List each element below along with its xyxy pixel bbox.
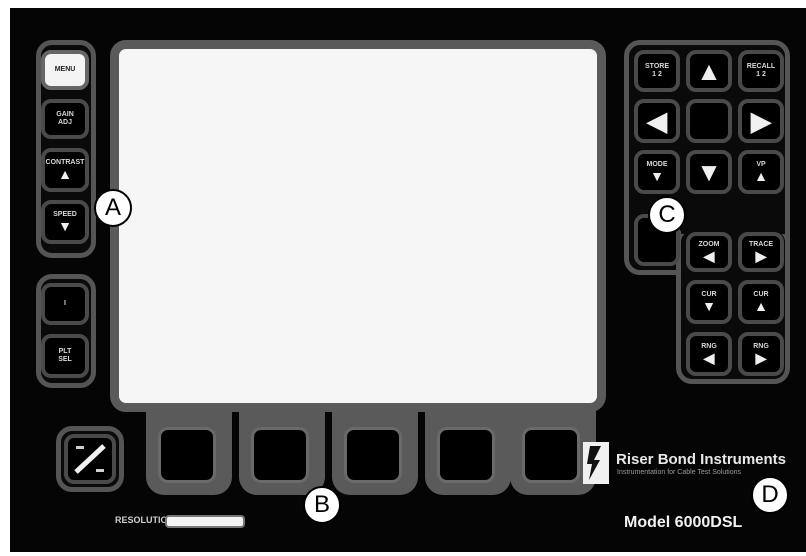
brand-logo-icon	[583, 442, 609, 484]
callout-a: A	[94, 189, 132, 227]
cursor-down-key[interactable]: CUR ▼	[686, 280, 732, 324]
cursor-up-key[interactable]: CUR ▲	[738, 280, 784, 324]
left-arrow-icon: ◀	[703, 350, 715, 366]
left-arrow-icon: ◀	[703, 248, 715, 264]
softkey-2[interactable]	[251, 427, 309, 483]
recall-key-label: RECALL	[746, 63, 776, 70]
left-arrow-icon: ◀	[647, 106, 667, 136]
softkey-5[interactable]	[522, 427, 580, 483]
zoom-key[interactable]: ZOOM ◀	[686, 232, 732, 272]
up-arrow-icon: ▲	[754, 298, 768, 314]
right-arrow-icon: ▶	[751, 106, 771, 136]
recall-key-sublabel: 1 2	[756, 71, 766, 78]
store-key[interactable]: STORE 1 2	[634, 50, 680, 92]
plot-select-key-line2: SEL	[58, 356, 72, 363]
resolution-meter-bar	[165, 515, 245, 528]
model-name: Model 6000DSL	[624, 514, 743, 531]
backlight-slash-icon	[74, 444, 106, 474]
up-arrow-icon: ▲	[696, 56, 722, 86]
right-arrow-icon: ▶	[755, 248, 767, 264]
store-key-label: STORE	[645, 63, 669, 70]
range-right-key[interactable]: RNG ▶	[738, 332, 784, 376]
up-arrow-icon: ▲	[754, 168, 768, 184]
range-left-key[interactable]: RNG ◀	[686, 332, 732, 376]
plot-select-key[interactable]: PLT SEL	[41, 334, 89, 378]
gain-key-sublabel: ADJ	[57, 119, 72, 126]
down-arrow-icon: ▼	[696, 157, 722, 187]
callout-d: D	[751, 476, 789, 514]
down-arrow-key[interactable]: ▼	[686, 150, 732, 194]
plot-select-key-line1: PLT	[58, 348, 72, 355]
softkey-tab-4	[425, 405, 511, 495]
vp-up-key[interactable]: VP ▲	[738, 150, 784, 194]
softkey-tab-3	[332, 405, 418, 495]
menu-key-label: MENU	[54, 66, 76, 73]
contrast-up-key[interactable]: CONTRAST ▲	[41, 148, 89, 192]
callout-b: B	[303, 486, 341, 524]
down-arrow-icon: ▼	[58, 218, 72, 234]
recall-key[interactable]: RECALL 1 2	[738, 50, 784, 92]
softkey-4[interactable]	[437, 427, 495, 483]
gain-key[interactable]: GAIN ADJ	[41, 99, 89, 139]
waveform-display-screen	[110, 40, 606, 412]
speed-down-key[interactable]: SPEED ▼	[41, 200, 89, 244]
gain-key-label: GAIN	[56, 111, 74, 118]
backlight-key[interactable]	[64, 434, 116, 484]
right-arrow-key[interactable]: ▶	[738, 99, 784, 143]
left-arrow-key[interactable]: ◀	[634, 99, 680, 143]
mode-down-key[interactable]: MODE ▼	[634, 150, 680, 194]
down-arrow-icon: ▼	[650, 168, 664, 184]
callout-c: C	[648, 196, 686, 234]
menu-key[interactable]: MENU	[41, 50, 89, 90]
power-key[interactable]: I	[41, 283, 89, 325]
right-arrow-icon: ▶	[755, 350, 767, 366]
brand-tagline: Instrumentation for Cable Test Solutions	[617, 469, 741, 476]
down-arrow-icon: ▼	[702, 298, 716, 314]
up-arrow-key[interactable]: ▲	[686, 50, 732, 92]
up-arrow-icon: ▲	[58, 166, 72, 182]
riser-bond-logo-icon	[587, 446, 601, 480]
brand-name: Riser Bond Instruments	[616, 451, 787, 468]
trace-key[interactable]: TRACE ▶	[738, 232, 784, 272]
power-key-label: I	[64, 300, 66, 307]
softkey-3[interactable]	[344, 427, 402, 483]
softkey-1[interactable]	[158, 427, 216, 483]
softkey-tab-1	[146, 405, 232, 495]
softkey-tab-2	[239, 405, 325, 495]
center-key[interactable]	[686, 99, 732, 143]
store-key-sublabel: 1 2	[652, 71, 662, 78]
